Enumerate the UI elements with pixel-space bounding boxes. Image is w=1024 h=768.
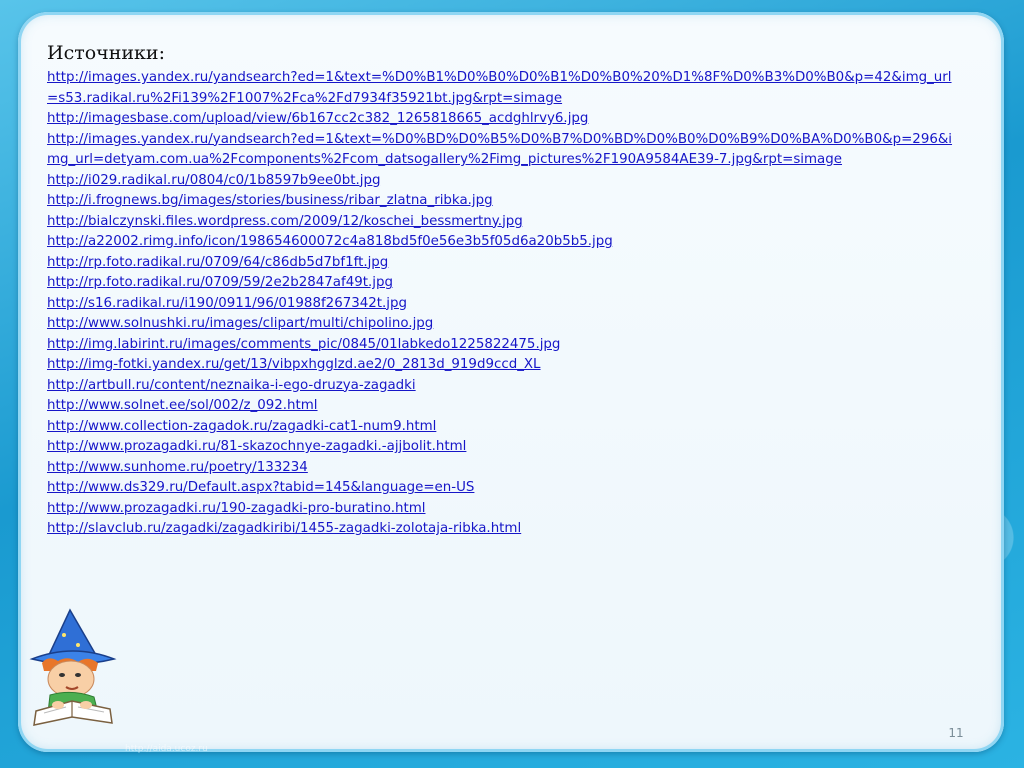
slide-number: 11 [948,726,964,740]
source-link[interactable]: http://www.prozagadki.ru/81-skazochnye-z… [47,437,962,458]
source-link[interactable]: http://bialczynski.files.wordpress.com/2… [47,212,962,233]
source-link[interactable]: http://slavclub.ru/zagadki/zagadkiribi/1… [47,519,962,540]
source-link[interactable]: http://imagesbase.com/upload/view/6b167c… [47,109,962,130]
sources-list: http://images.yandex.ru/yandsearch?ed=1&… [47,68,962,540]
source-link[interactable]: http://rp.foto.radikal.ru/0709/59/2e2b28… [47,273,962,294]
slide-heading: Источники: [47,42,165,64]
source-link[interactable]: http://artbull.ru/content/neznaika-i-ego… [47,376,962,397]
source-link[interactable]: http://images.yandex.ru/yandsearch?ed=1&… [47,130,962,171]
source-link[interactable]: http://rp.foto.radikal.ru/0709/64/c86db5… [47,253,962,274]
source-link[interactable]: http://img.labirint.ru/images/comments_p… [47,335,962,356]
wizard-child-reading-icon [29,608,117,726]
source-link[interactable]: http://www.solnet.ee/sol/002/z_092.html [47,396,962,417]
source-link[interactable]: http://img-fotki.yandex.ru/get/13/vibpxh… [47,355,962,376]
source-link[interactable]: http://a22002.rimg.info/icon/19865460007… [47,232,962,253]
source-link[interactable]: http://www.sunhome.ru/poetry/133234 [47,458,962,479]
source-link[interactable]: http://www.solnushki.ru/images/clipart/m… [47,314,962,335]
source-link[interactable]: http://www.collection-zagadok.ru/zagadki… [47,417,962,438]
source-link[interactable]: http://i029.radikal.ru/0804/c0/1b8597b9e… [47,171,962,192]
source-link[interactable]: http://www.prozagadki.ru/190-zagadki-pro… [47,499,962,520]
source-link[interactable]: http://images.yandex.ru/yandsearch?ed=1&… [47,68,962,109]
watermark-text: http://aida.ucoz.ru [125,744,208,754]
source-link[interactable]: http://s16.radikal.ru/i190/0911/96/01988… [47,294,962,315]
source-link[interactable]: http://i.frognews.bg/images/stories/busi… [47,191,962,212]
source-link[interactable]: http://www.ds329.ru/Default.aspx?tabid=1… [47,478,962,499]
